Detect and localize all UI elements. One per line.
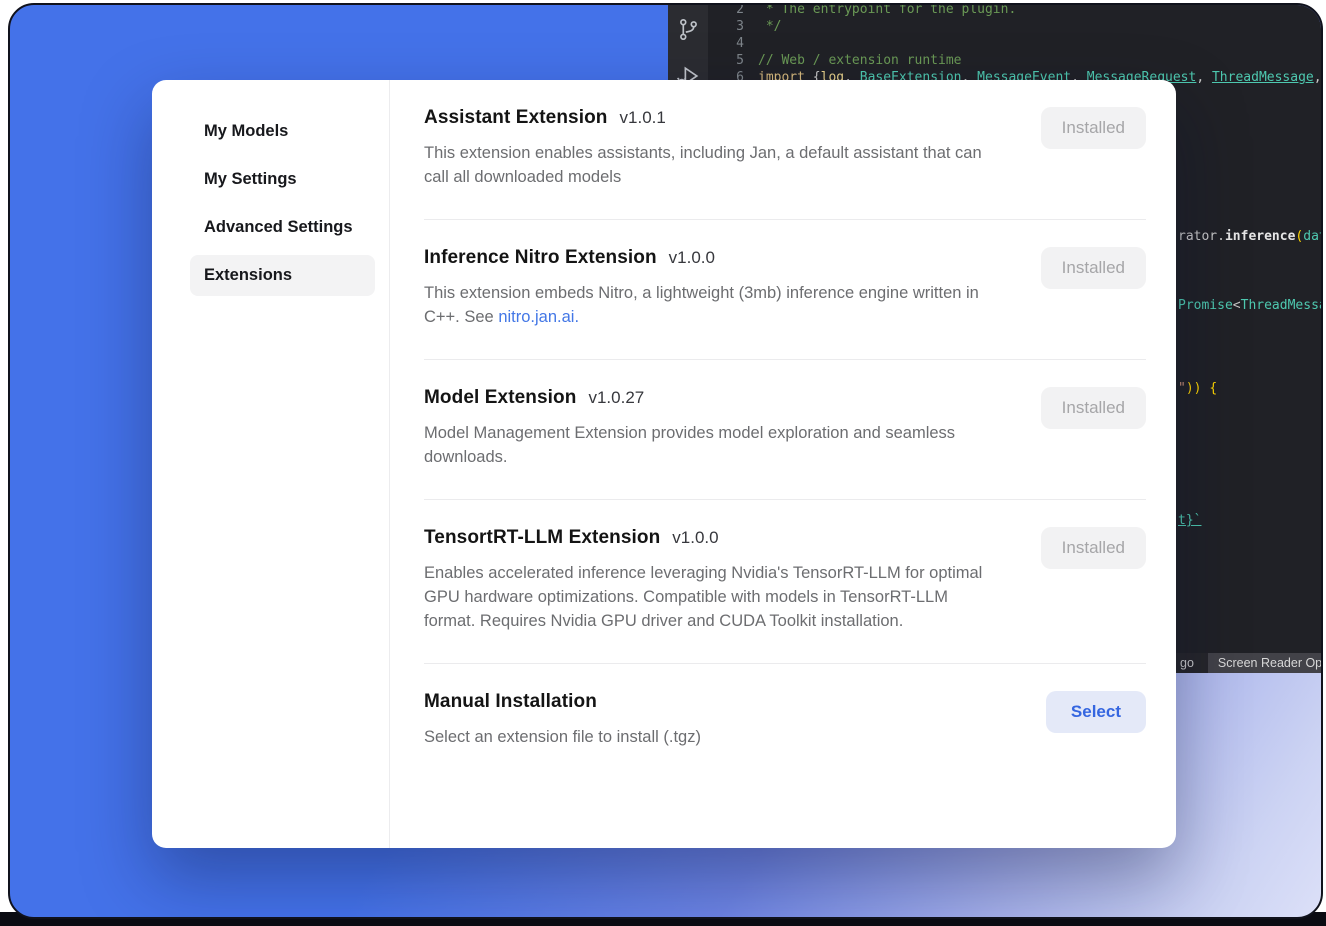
extension-row-model: Model Extension v1.0.27 Model Management … xyxy=(424,360,1146,500)
extension-version: v1.0.27 xyxy=(588,388,644,407)
extension-name: Assistant Extension xyxy=(424,107,608,128)
code-line: 2 * The entrypoint for the plugin. xyxy=(668,5,1321,18)
sidebar-item-extensions[interactable]: Extensions xyxy=(190,255,375,296)
extension-version: v1.0.0 xyxy=(672,528,718,547)
installed-button[interactable]: Installed xyxy=(1041,247,1146,289)
line-number: 4 xyxy=(708,35,744,52)
code-line: 5// Web / extension runtime xyxy=(668,52,1321,69)
extension-row-assistant: Assistant Extension v1.0.1 This extension… xyxy=(424,80,1146,220)
extension-name: TensortRT-LLM Extension xyxy=(424,527,660,548)
installed-button[interactable]: Installed xyxy=(1041,527,1146,569)
manual-installation-row: Manual Installation Select an extension … xyxy=(424,664,1146,779)
code-fragment: Promise<ThreadMessage> xyxy=(1178,297,1321,314)
status-left-text: go xyxy=(1180,656,1194,670)
code-fragment: t}` xyxy=(1178,512,1201,529)
line-number: 5 xyxy=(708,52,744,69)
select-button[interactable]: Select xyxy=(1046,691,1146,733)
settings-sidebar: My Models My Settings Advanced Settings … xyxy=(152,80,390,848)
nitro-link[interactable]: nitro.jan.ai. xyxy=(498,308,579,326)
line-number: 3 xyxy=(708,18,744,35)
extension-row-inference-nitro: Inference Nitro Extensionv1.0.0 This ext… xyxy=(424,220,1146,360)
extension-description: Model Management Extension provides mode… xyxy=(424,421,1002,469)
code-line: 4 xyxy=(668,35,1321,52)
code-fragment: ")) { xyxy=(1178,380,1217,397)
code-line: 3 */ xyxy=(668,18,1321,35)
installed-button[interactable]: Installed xyxy=(1041,107,1146,149)
code-fragment: rator.inference(data)); xyxy=(1178,228,1321,245)
settings-modal: My Models My Settings Advanced Settings … xyxy=(152,80,1176,848)
sidebar-item-my-models[interactable]: My Models xyxy=(190,111,375,152)
extension-name: Inference Nitro Extension xyxy=(424,247,657,268)
extension-version: v1.0.1 xyxy=(620,108,666,127)
extension-name: Model Extension xyxy=(424,387,576,408)
line-number: 2 xyxy=(708,5,744,18)
extension-description: This extension enables assistants, inclu… xyxy=(424,141,1002,189)
manual-installation-title: Manual Installation xyxy=(424,691,597,712)
extension-row-tensorrt-llm: TensortRT-LLM Extension v1.0.0 Enables ac… xyxy=(424,500,1146,664)
code-area: 2 * The entrypoint for the plugin. 3 */ … xyxy=(668,5,1321,86)
sidebar-item-my-settings[interactable]: My Settings xyxy=(190,159,375,200)
extension-description: Enables accelerated inference leveraging… xyxy=(424,561,1002,633)
source-control-icon[interactable] xyxy=(676,17,701,42)
manual-installation-description: Select an extension file to install (.tg… xyxy=(424,725,701,749)
hero-card: 2 * The entrypoint for the plugin. 3 */ … xyxy=(8,3,1323,919)
extension-version: v1.0.0 xyxy=(669,248,715,267)
extensions-panel: Assistant Extension v1.0.1 This extension… xyxy=(390,80,1176,848)
sidebar-item-advanced-settings[interactable]: Advanced Settings xyxy=(190,207,375,248)
screen-reader-status[interactable]: Screen Reader Optimized xyxy=(1208,653,1321,673)
installed-button[interactable]: Installed xyxy=(1041,387,1146,429)
